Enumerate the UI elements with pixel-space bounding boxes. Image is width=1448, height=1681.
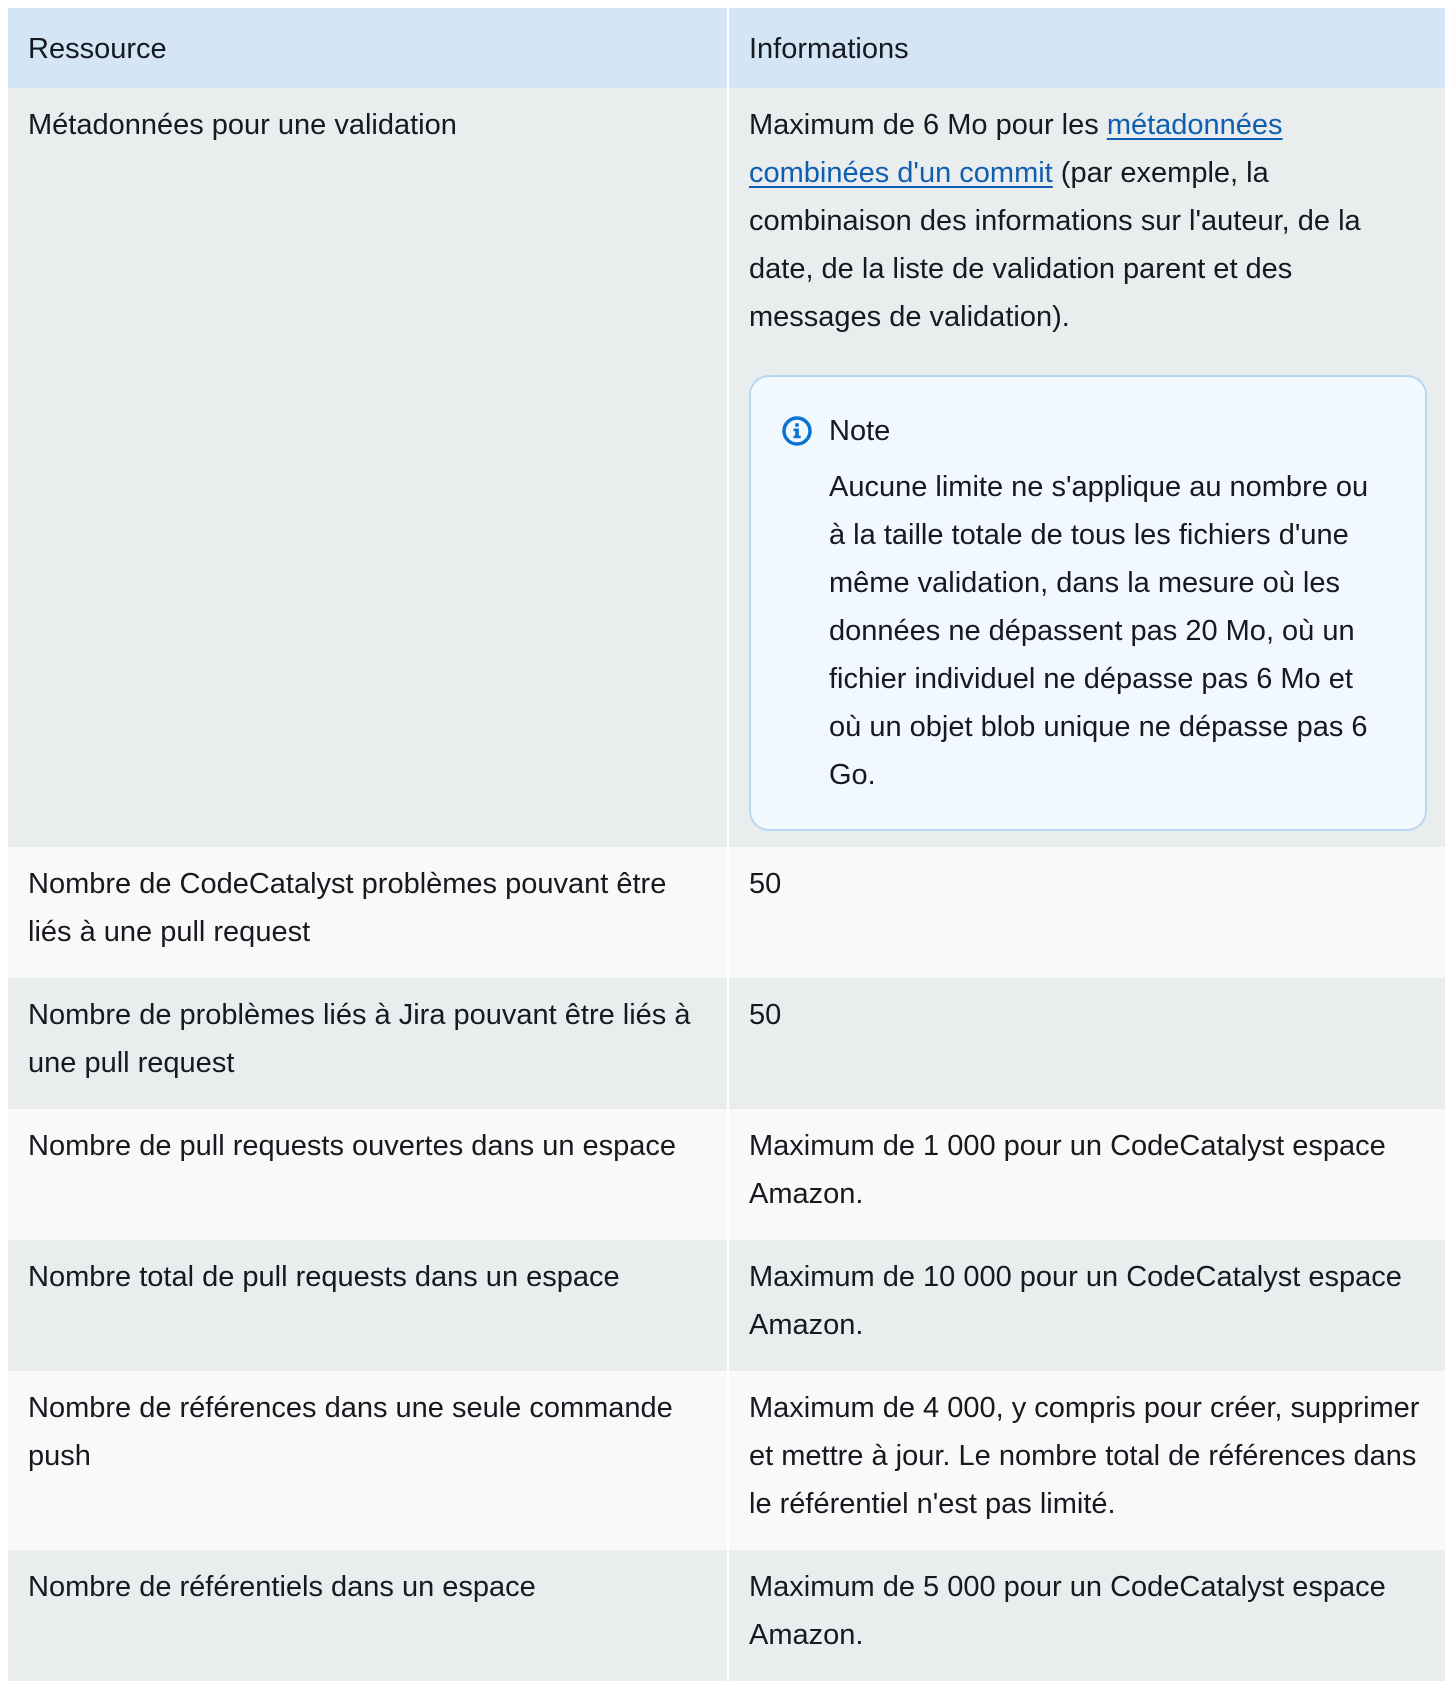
note-body: Aucune limite ne s'applique au nombre ou… <box>829 471 1369 791</box>
table-row: Nombre de problèmes liés à Jira pouvant … <box>8 978 1445 1109</box>
note-callout: Note Aucune limite ne s'applique au nomb… <box>749 375 1427 831</box>
column-header-resource: Ressource <box>8 8 729 88</box>
resource-cell: Nombre de référentiels dans un espace <box>8 1550 729 1681</box>
table-row: Nombre de référentiels dans un espace Ma… <box>8 1550 1445 1681</box>
resource-cell: Nombre de références dans une seule comm… <box>8 1371 729 1550</box>
quotas-table: Ressource Informations Métadonnées pour … <box>8 8 1445 1681</box>
information-cell: Maximum de 4 000, y compris pour créer, … <box>728 1371 1445 1550</box>
note-title: Note <box>829 415 891 447</box>
information-text: Maximum de 6 Mo pour les <box>749 109 1107 141</box>
resource-cell: Nombre total de pull requests dans un es… <box>8 1240 729 1371</box>
resource-cell: Métadonnées pour une validation <box>8 88 729 847</box>
information-cell: Maximum de 5 000 pour un CodeCatalyst es… <box>728 1550 1445 1681</box>
information-cell: Maximum de 1 000 pour un CodeCatalyst es… <box>728 1109 1445 1240</box>
column-header-information: Informations <box>728 8 1445 88</box>
table-row: Nombre de pull requests ouvertes dans un… <box>8 1109 1445 1240</box>
table-row: Métadonnées pour une validation Maximum … <box>8 88 1445 847</box>
table-row: Nombre de références dans une seule comm… <box>8 1371 1445 1550</box>
resource-cell: Nombre de CodeCatalyst problèmes pouvant… <box>8 847 729 978</box>
information-cell: 50 <box>728 847 1445 978</box>
information-cell: 50 <box>728 978 1445 1109</box>
table-header-row: Ressource Informations <box>8 8 1445 88</box>
information-cell: Maximum de 10 000 pour un CodeCatalyst e… <box>728 1240 1445 1371</box>
resource-cell: Nombre de pull requests ouvertes dans un… <box>8 1109 729 1240</box>
resource-cell: Nombre de problèmes liés à Jira pouvant … <box>8 978 729 1109</box>
note-header: Note <box>781 411 1385 451</box>
table-row: Nombre de CodeCatalyst problèmes pouvant… <box>8 847 1445 978</box>
information-cell: Maximum de 6 Mo pour les métadonnées com… <box>728 88 1445 847</box>
table-row: Nombre total de pull requests dans un es… <box>8 1240 1445 1371</box>
info-icon <box>782 416 812 446</box>
